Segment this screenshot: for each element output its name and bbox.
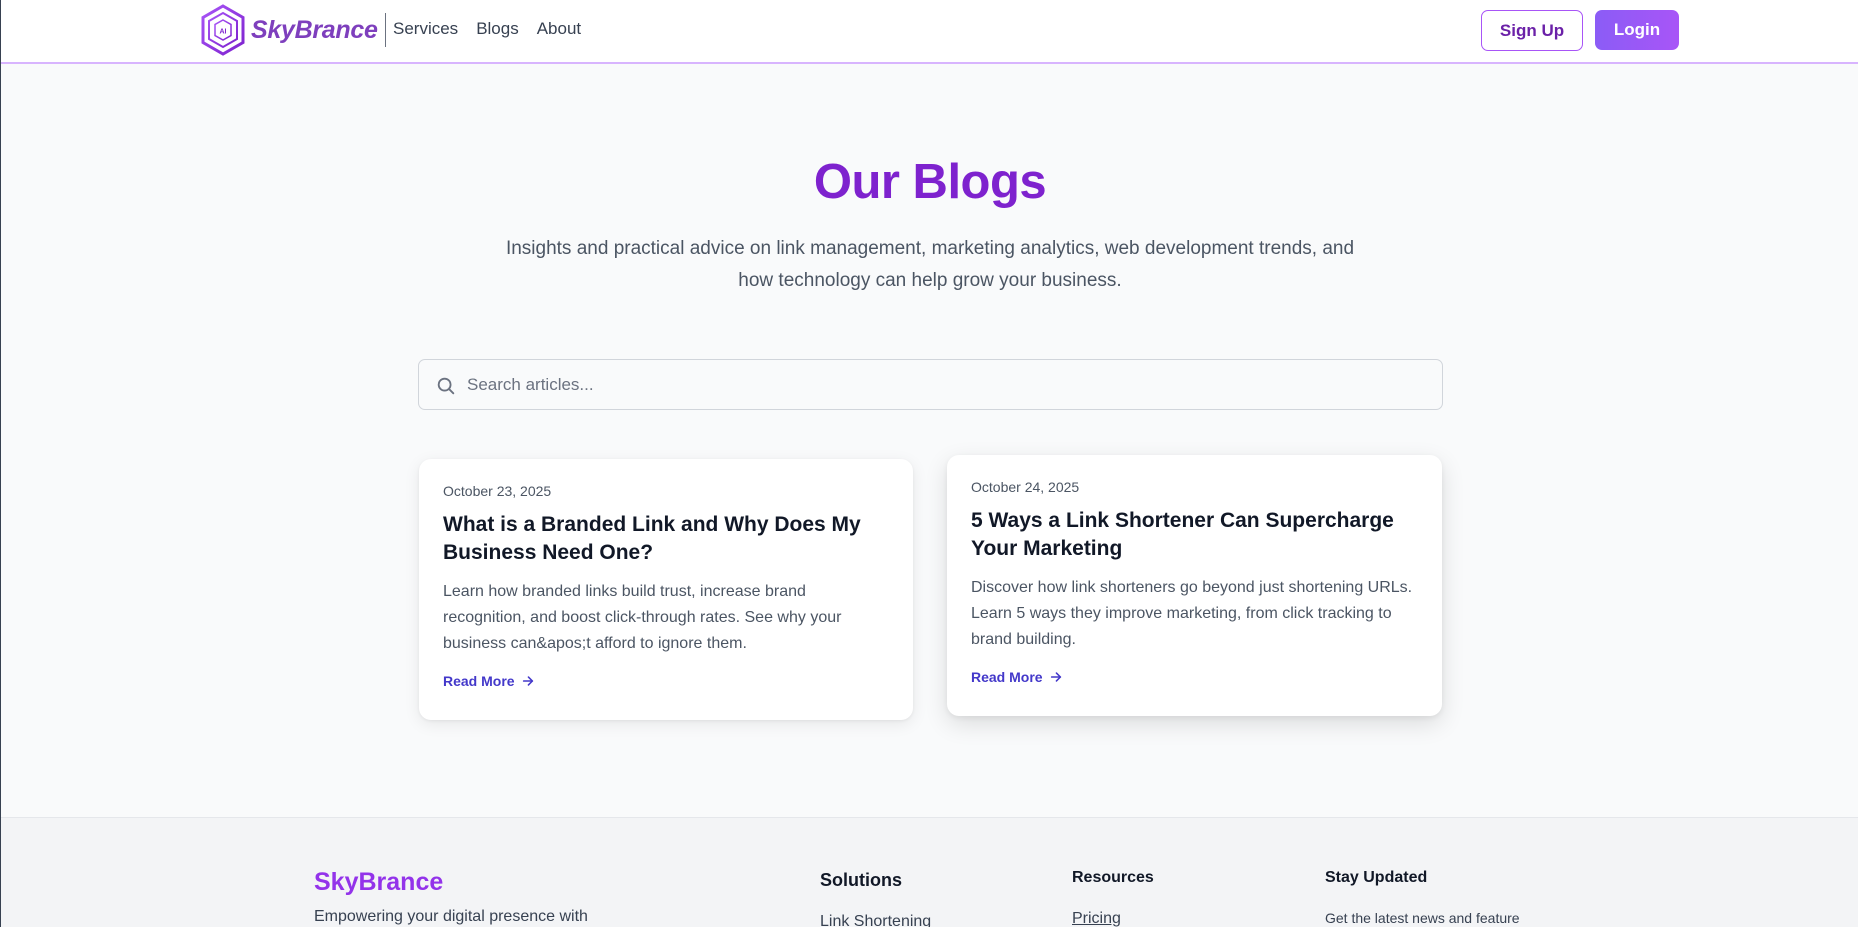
logo-divider [384, 13, 386, 47]
nav-item-blogs[interactable]: Blogs [476, 19, 519, 39]
footer-heading-solutions: Solutions [820, 870, 902, 890]
arrow-right-icon [1050, 672, 1061, 682]
site-footer: SkyBrance Empowering your digital presen… [1, 817, 1858, 927]
hexagon-ai-icon: AI [201, 4, 245, 56]
post-excerpt: Discover how link shorteners go beyond j… [971, 579, 1413, 648]
footer-link-pricing[interactable]: Pricing [1072, 910, 1121, 927]
newsletter-text: Get the latest news and feature [1325, 910, 1520, 926]
page-subtitle: Insights and practical advice on link ma… [505, 238, 1355, 291]
footer-description: Empowering your digital presence with [314, 908, 588, 925]
post-excerpt: Learn how branded links build trust, inc… [443, 583, 842, 652]
logo[interactable]: AI SkyBrance [199, 4, 386, 56]
blog-card[interactable]: October 24, 2025 5 Ways a Link Shortener… [947, 455, 1442, 716]
read-more-link[interactable]: Read More [971, 669, 1418, 685]
nav-item-services[interactable]: Services [393, 19, 458, 39]
read-more-label: Read More [443, 673, 515, 689]
main-nav: Services Blogs About [393, 19, 581, 39]
footer-brand: SkyBrance [314, 868, 444, 896]
search-icon [437, 377, 455, 395]
post-title[interactable]: 5 Ways a Link Shortener Can Supercharge … [971, 507, 1418, 563]
read-more-link[interactable]: Read More [443, 673, 889, 689]
logo-text: SkyBrance [251, 15, 378, 44]
post-date: October 24, 2025 [971, 479, 1080, 495]
page-title: Our Blogs [813, 155, 1047, 209]
blog-card[interactable]: October 23, 2025 What is a Branded Link … [419, 459, 913, 720]
nav-item-about[interactable]: About [537, 19, 581, 39]
arrow-right-icon [522, 676, 533, 686]
read-more-label: Read More [971, 669, 1043, 685]
site-header: AI SkyBrance Services Blogs About Sign U… [1, 0, 1858, 64]
search-box[interactable] [418, 359, 1443, 410]
footer-heading-stay-updated: Stay Updated [1325, 869, 1428, 886]
sign-up-button[interactable]: Sign Up [1481, 10, 1583, 51]
footer-heading-resources: Resources [1072, 869, 1154, 886]
login-button[interactable]: Login [1595, 10, 1679, 50]
post-date: October 23, 2025 [443, 483, 552, 499]
search-input[interactable] [467, 370, 1417, 400]
post-title[interactable]: What is a Branded Link and Why Does My B… [443, 511, 889, 567]
svg-text:AI: AI [220, 29, 227, 36]
footer-link-link-shortening[interactable]: Link Shortening [820, 913, 931, 927]
